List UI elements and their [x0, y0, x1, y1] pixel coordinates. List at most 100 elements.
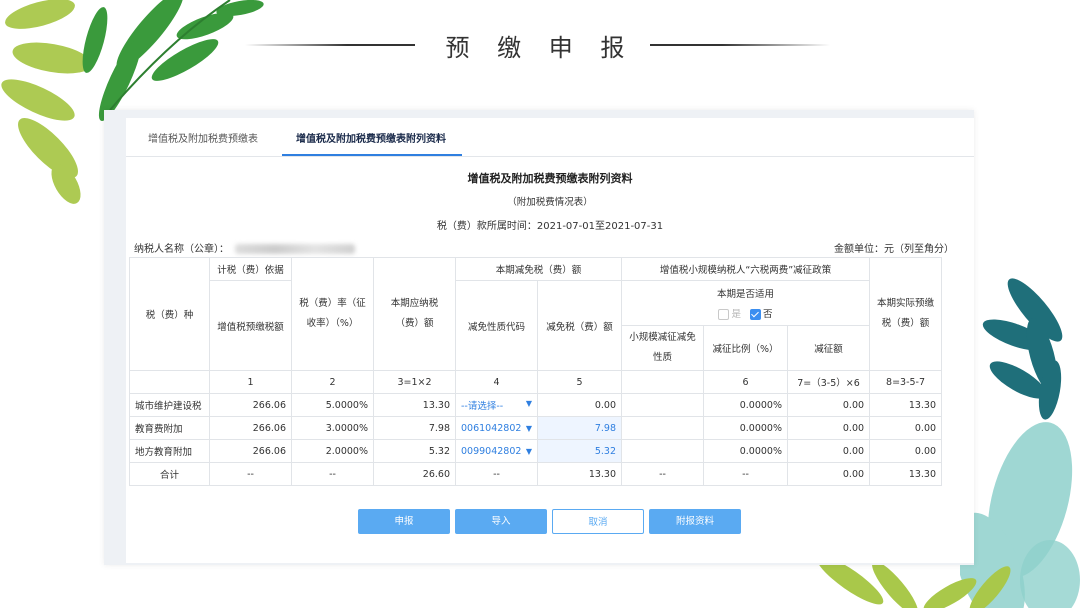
col-number: 2 — [291, 370, 374, 394]
table-row: 教育费附加 266.06 3.0000% 7.98 0061042802 ▼ 7.… — [129, 416, 961, 440]
actual-value: 13.30 — [869, 462, 943, 486]
header-line-left — [245, 44, 415, 46]
reduction-code-select[interactable]: 0061042802 ▼ — [455, 416, 538, 440]
taxpayer-name-redacted — [235, 244, 355, 254]
small-code-value — [621, 393, 705, 417]
reduce-value: 0.00 — [787, 462, 871, 486]
ratio-value: -- — [703, 462, 789, 486]
reduction-value: 0.00 — [536, 393, 623, 417]
document-subtitle: （附加税费情况表） — [507, 197, 593, 208]
submit-button[interactable]: 申报 — [358, 509, 450, 534]
col-number: 4 — [455, 370, 538, 394]
total-label: 合计 — [129, 462, 210, 486]
table-row: 城市维护建设税 266.06 5.0000% 13.30 --请选择-- ▼ 0.… — [129, 393, 961, 417]
document-title: 增值税及附加税费预缴表附列资料 — [467, 172, 633, 185]
payable-value: 5.32 — [373, 439, 456, 463]
header-reduce-amount: 减征额 — [787, 325, 871, 371]
header-ratio: 减征比例（%） — [703, 325, 789, 371]
slide-title: 预 缴 申 报 — [445, 34, 635, 62]
reduction-code-select[interactable]: 0099042802 ▼ — [455, 439, 538, 463]
actual-value: 0.00 — [869, 439, 943, 463]
tax-name: 城市维护建设税 — [129, 393, 210, 417]
reduce-value: 0.00 — [787, 393, 871, 417]
reduce-value: 0.00 — [787, 439, 871, 463]
checkbox-no-label: 否 — [763, 309, 773, 320]
active-tab-indicator — [282, 154, 462, 156]
col-number: 8=3-5-7 — [869, 370, 943, 394]
tab-attached-info[interactable]: 增值税及附加税费预缴表附列资料 — [296, 130, 446, 145]
rate-value: 5.0000% — [291, 393, 374, 417]
basis-value: 266.06 — [209, 393, 292, 417]
tax-name: 地方教育附加 — [129, 439, 210, 463]
basis-value: 266.06 — [209, 439, 292, 463]
reduction-input[interactable]: 7.98 — [536, 416, 623, 440]
payable-value: 26.60 — [373, 462, 456, 486]
rate-value: 3.0000% — [291, 416, 374, 440]
reduction-code-value: -- — [455, 462, 538, 486]
header-applicable-cell: 本期是否适用 是 否 — [621, 280, 871, 326]
column-number-row: 1 2 3=1×2 4 5 6 7=（3-5）×6 8=3-5-7 — [129, 370, 961, 394]
ratio-value: 0.0000% — [703, 393, 789, 417]
taxpayer-label: 纳税人名称（公章）： — [134, 244, 229, 255]
reduction-code-value: --请选择-- — [461, 401, 504, 412]
basis-value: -- — [209, 462, 292, 486]
slide-header: 预 缴 申 报 — [0, 28, 1080, 68]
dropdown-arrow-icon: ▼ — [525, 423, 532, 433]
actual-value: 0.00 — [869, 416, 943, 440]
dropdown-arrow-icon: ▼ — [525, 446, 532, 456]
col-number: 3=1×2 — [373, 370, 456, 394]
dropdown-arrow-icon: ▼ — [525, 399, 532, 408]
tax-name: 教育费附加 — [129, 416, 210, 440]
reduction-input[interactable]: 5.32 — [536, 439, 623, 463]
table-row: 地方教育附加 266.06 2.0000% 5.32 0099042802 ▼ 5… — [129, 439, 961, 463]
actual-value: 13.30 — [869, 393, 943, 417]
import-button[interactable]: 导入 — [455, 509, 547, 534]
cancel-button[interactable]: 取消 — [552, 509, 644, 534]
header-small-code: 小规模减征减免性质 — [621, 325, 705, 371]
col-number: 6 — [703, 370, 789, 394]
checkbox-yes[interactable] — [718, 309, 730, 320]
reduction-code-select[interactable]: --请选择-- ▼ — [455, 393, 538, 417]
header-line-right — [650, 44, 830, 46]
surcharge-table: 税（费）种 计税（费）依据 税（费）率（征收率）（%） 本期应纳税（费）额 本期… — [129, 257, 961, 486]
ratio-value: 0.0000% — [703, 439, 789, 463]
payable-value: 13.30 — [373, 393, 456, 417]
tab-prepayment-form[interactable]: 增值税及附加税费预缴表 — [148, 130, 258, 145]
checkbox-yes-label: 是 — [731, 309, 741, 320]
form-window: 增值税及附加税费预缴表 增值税及附加税费预缴表附列资料 增值税及附加税费预缴表附… — [126, 118, 974, 563]
reduction-code-value: 0099042802 — [461, 445, 522, 457]
tax-period: 税（费）款所属时间：2021-07-01至2021-07-31 — [436, 221, 664, 232]
header-policy-group: 增值税小规模纳税人“六税两费”减征政策 — [621, 257, 871, 281]
col-number: 7=（3-5）×6 — [787, 370, 871, 394]
action-buttons: 申报 导入 取消 附报资料 — [358, 509, 758, 535]
header-tax-type: 税（费）种 — [129, 257, 210, 371]
header-basis-group: 计税（费）依据 — [209, 257, 292, 281]
total-row: 合计 -- -- 26.60 -- 13.30 -- -- 0.00 13.30 — [129, 462, 961, 486]
taxpayer-name: 纳税人名称（公章）： — [134, 240, 355, 255]
rate-value: 2.0000% — [291, 439, 374, 463]
rate-value: -- — [291, 462, 374, 486]
col-number: 1 — [209, 370, 292, 394]
header-reduction-code: 减免性质代码 — [455, 280, 538, 371]
small-code-value: -- — [621, 462, 705, 486]
header-applicable: 本期是否适用 — [717, 289, 775, 300]
reduction-value: 13.30 — [536, 462, 623, 486]
checkbox-no[interactable] — [750, 309, 762, 320]
header-rate: 税（费）率（征收率）（%） — [291, 257, 374, 371]
ratio-value: 0.0000% — [703, 416, 789, 440]
col-number: 5 — [536, 370, 623, 394]
applicable-options: 是 否 — [627, 306, 864, 320]
basis-value: 266.06 — [209, 416, 292, 440]
header-actual: 本期实际预缴税（费）额 — [869, 257, 943, 371]
amount-unit: 金额单位：元（列至角分） — [834, 244, 954, 255]
small-code-value — [621, 416, 705, 440]
screenshot-panel: 增值税及附加税费预缴表 增值税及附加税费预缴表附列资料 增值税及附加税费预缴表附… — [104, 110, 974, 565]
reduction-code-value: 0061042802 — [461, 422, 522, 434]
attach-info-button[interactable]: 附报资料 — [649, 509, 741, 534]
header-reduction-amount: 减免税（费）额 — [536, 280, 623, 371]
payable-value: 7.98 — [373, 416, 456, 440]
tab-bar: 增值税及附加税费预缴表 增值税及附加税费预缴表附列资料 — [126, 118, 974, 157]
header-reduction-group: 本期减免税（费）额 — [454, 257, 623, 281]
small-code-value — [621, 439, 705, 463]
header-basis-col: 增值税预缴税额 — [209, 280, 292, 371]
